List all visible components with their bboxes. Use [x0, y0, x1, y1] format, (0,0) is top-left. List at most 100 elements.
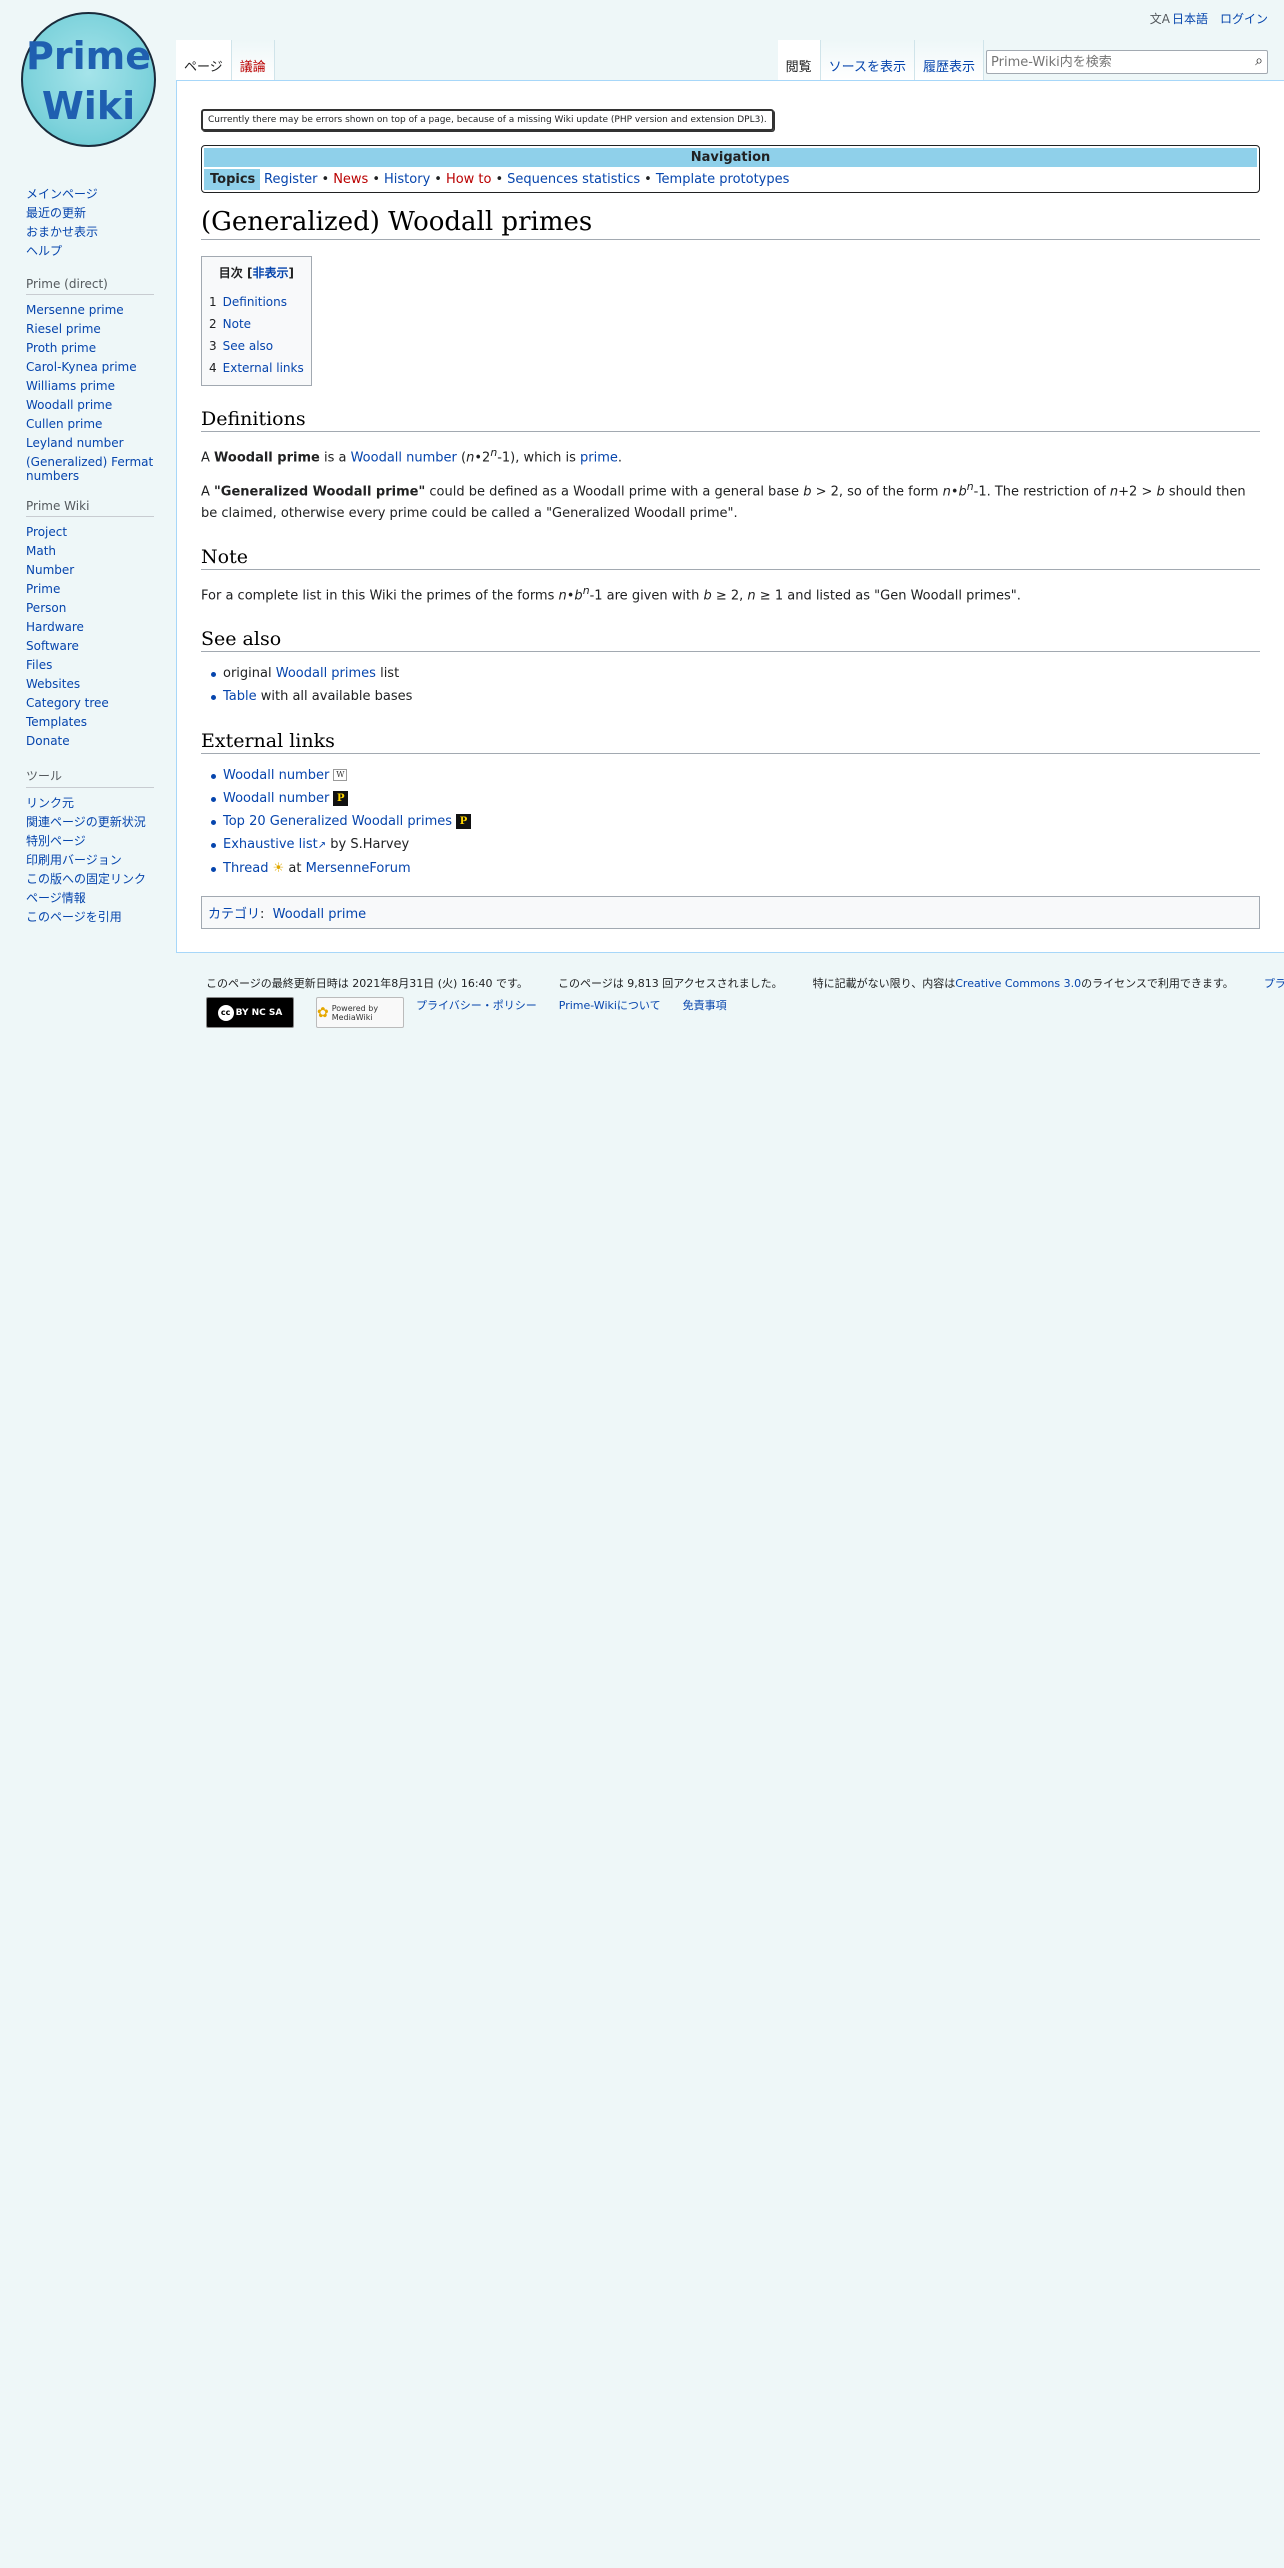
language-link[interactable]: 日本語 — [1172, 12, 1208, 26]
toc-item-see-also[interactable]: See also — [223, 339, 273, 353]
tab-history[interactable]: 履歴表示 — [914, 40, 984, 80]
list-item: Woodall number W — [211, 764, 1260, 787]
sidebar-item-random[interactable]: おまかせ表示 — [26, 225, 98, 239]
sidebar-item-williams[interactable]: Williams prime — [26, 379, 115, 393]
toc-item-external-links[interactable]: External links — [223, 361, 304, 375]
footer-about-link[interactable]: Prime-Wikiについて — [559, 997, 661, 1013]
toc-item-definitions[interactable]: Definitions — [223, 295, 287, 309]
sidebar-item-permalink[interactable]: この版への固定リンク — [26, 872, 146, 886]
definitions-paragraph-2: A "Generalized Woodall prime" could be d… — [201, 480, 1246, 521]
language-item[interactable]: 文A 日本語 — [1150, 10, 1208, 27]
sidebar-item-cullen[interactable]: Cullen prime — [26, 417, 102, 431]
list-item: Table with all available bases — [211, 685, 1260, 708]
sidebar-item-mersenne[interactable]: Mersenne prime — [26, 303, 124, 317]
link-woodall-number-primepages[interactable]: Woodall number — [223, 791, 329, 806]
sidebar-item-prime[interactable]: Prime — [26, 582, 60, 596]
link-top20-gen-woodall[interactable]: Top 20 Generalized Woodall primes — [223, 814, 452, 829]
navbox-separator: • — [644, 172, 652, 187]
link-mersenneforum[interactable]: MersenneForum — [306, 861, 411, 876]
link-thread[interactable]: Thread — [223, 861, 268, 876]
mediawiki-badge[interactable]: ✿ Powered by MediaWiki — [316, 997, 404, 1028]
footer-privacy-truncated[interactable]: プライ — [1264, 975, 1284, 991]
license-link[interactable]: Creative Commons 3.0 — [955, 977, 1081, 990]
sidebar-item-person[interactable]: Person — [26, 601, 66, 615]
footer-lastmod: このページの最終更新日時は 2021年8月31日 (火) 16:40 です。 — [206, 977, 528, 990]
sidebar-item-websites[interactable]: Websites — [26, 677, 80, 691]
sidebar-item-whatlinkshere[interactable]: リンク元 — [26, 796, 74, 810]
link-woodall-number-wikipedia[interactable]: Woodall number — [223, 768, 329, 783]
navbox-link-history[interactable]: History — [384, 172, 430, 187]
sidebar-item-help[interactable]: ヘルプ — [26, 244, 62, 258]
sidebar-item-proth[interactable]: Proth prime — [26, 341, 96, 355]
sidebar-item-carol-kynea[interactable]: Carol-Kynea prime — [26, 360, 137, 374]
link-prime[interactable]: prime — [580, 450, 618, 465]
sidebar-tools: ツール リンク元 関連ページの更新状況 特別ページ 印刷用バージョン この版への… — [26, 767, 154, 927]
logo-line2: Wiki — [41, 84, 136, 128]
sidebar-item-recent-changes[interactable]: 最近の更新 — [26, 206, 86, 220]
sidebar-item-software[interactable]: Software — [26, 639, 79, 653]
toc-num: 2 — [209, 317, 217, 331]
navbox-link-sequences[interactable]: Sequences statistics — [507, 172, 640, 187]
list-item: Woodall number P — [211, 787, 1260, 810]
sidebar-item-project[interactable]: Project — [26, 525, 67, 539]
sidebar-item-riesel[interactable]: Riesel prime — [26, 322, 101, 336]
link-exhaustive-list[interactable]: Exhaustive list — [223, 837, 318, 852]
navbox-link-templates[interactable]: Template prototypes — [656, 172, 790, 187]
link-woodall-number[interactable]: Woodall number — [351, 450, 457, 465]
navbox-link-register[interactable]: Register — [264, 172, 318, 187]
footer-privacy-link[interactable]: プライバシー・ポリシー — [416, 997, 537, 1013]
navbox-link-howto[interactable]: How to — [446, 172, 492, 187]
tab-talk[interactable]: 議論 — [231, 40, 275, 80]
external-links-list: Woodall number W Woodall number P Top 20 G… — [201, 764, 1260, 880]
toc-toggle[interactable]: 非表示 — [252, 266, 288, 280]
definitions-paragraph-1: A Woodall prime is a Woodall number (n•2… — [201, 446, 623, 466]
sidebar-item-leyland[interactable]: Leyland number — [26, 436, 124, 450]
link-table[interactable]: Table — [223, 689, 257, 704]
toc-title: 目次 — [218, 266, 243, 280]
footer: このページの最終更新日時は 2021年8月31日 (火) 16:40 です。 こ… — [206, 975, 1284, 1028]
search-icon[interactable]: ⌕ — [1255, 53, 1263, 69]
sidebar-item-related-changes[interactable]: 関連ページの更新状況 — [26, 815, 146, 829]
toc-item-note[interactable]: Note — [223, 317, 251, 331]
sidebar-item-files[interactable]: Files — [26, 658, 52, 672]
logo-line1: Prime — [26, 34, 151, 78]
sidebar-item-fermat[interactable]: (Generalized) Fermat numbers — [26, 455, 153, 483]
creative-commons-badge[interactable]: cc BY NC SA — [206, 997, 294, 1028]
sidebar-item-donate[interactable]: Donate — [26, 734, 70, 748]
sidebar-item-hardware[interactable]: Hardware — [26, 620, 84, 634]
list-item: Exhaustive list↗ by S.Harvey — [211, 833, 1260, 857]
sidebar-item-cite[interactable]: このページを引用 — [26, 910, 122, 924]
site-logo[interactable]: Prime Wiki — [21, 12, 156, 147]
sidebar: メインページ 最近の更新 おまかせ表示 ヘルプ Prime (direct) M… — [26, 185, 154, 943]
login-link[interactable]: ログイン — [1220, 10, 1268, 27]
site-notice: Currently there may be errors shown on t… — [201, 109, 774, 131]
sidebar-item-number[interactable]: Number — [26, 563, 74, 577]
search-input[interactable] — [987, 51, 1227, 73]
tab-view-source[interactable]: ソースを表示 — [820, 40, 915, 80]
primepages-icon: P — [456, 813, 472, 829]
view-tabs: 閲覧 ソースを表示 履歴表示 — [777, 40, 984, 80]
categories-label[interactable]: カテゴリ — [208, 907, 260, 922]
table-of-contents: 目次 [非表示] 1 Definitions 2 Note 3 See also 4E… — [201, 256, 312, 386]
link-woodall-primes[interactable]: Woodall primes — [276, 666, 376, 681]
footer-license: 特に記載がない限り、内容はCreative Commons 3.0のライセンスで… — [812, 977, 1234, 990]
toc-num: 1 — [209, 295, 217, 309]
mediawiki-badge-text: Powered by MediaWiki — [331, 1003, 379, 1022]
navbox-link-news[interactable]: News — [333, 172, 368, 187]
category-woodall-prime[interactable]: Woodall prime — [273, 907, 366, 922]
sidebar-item-special-pages[interactable]: 特別ページ — [26, 834, 86, 848]
sidebar-item-templates[interactable]: Templates — [26, 715, 87, 729]
sidebar-item-math[interactable]: Math — [26, 544, 56, 558]
tab-read[interactable]: 閲覧 — [777, 40, 821, 80]
sidebar-item-page-info[interactable]: ページ情報 — [26, 891, 86, 905]
sidebar-item-main-page[interactable]: メインページ — [26, 187, 98, 201]
footer-disclaimer-link[interactable]: 免責事項 — [683, 997, 727, 1013]
sidebar-item-printable[interactable]: 印刷用バージョン — [26, 853, 122, 867]
navigation-box: Navigation Topics Register • News • History •… — [201, 145, 1260, 193]
sidebar-item-category-tree[interactable]: Category tree — [26, 696, 109, 710]
toc-num: 3 — [209, 339, 217, 353]
note-paragraph: For a complete list in this Wiki the pri… — [201, 583, 1021, 603]
sidebar-item-woodall[interactable]: Woodall prime — [26, 398, 112, 412]
tab-page[interactable]: ページ — [176, 40, 232, 80]
navbox-separator: • — [495, 172, 504, 187]
